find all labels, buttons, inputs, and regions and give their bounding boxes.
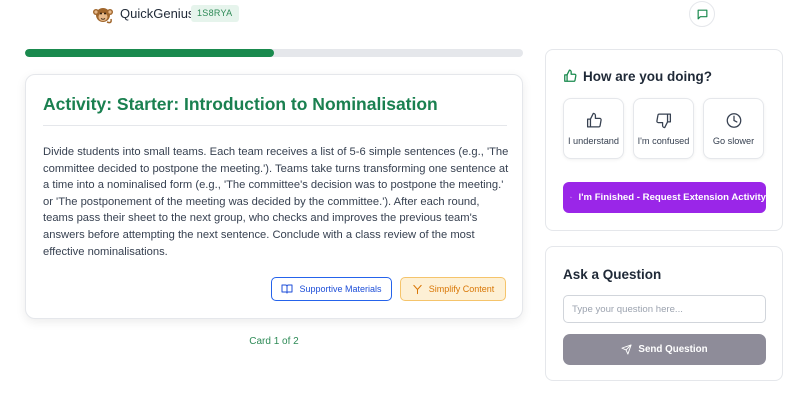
feedback-panel: How are you doing? I understand I'm conf… (545, 49, 783, 231)
chat-button[interactable] (689, 1, 715, 27)
go-slower-label: Go slower (712, 136, 755, 146)
send-question-button[interactable]: Send Question (563, 334, 766, 365)
send-icon (621, 344, 632, 355)
simplify-content-button[interactable]: Simplify Content (400, 277, 506, 301)
i-understand-button[interactable]: I understand (563, 98, 624, 159)
split-icon (413, 284, 422, 294)
request-extension-button[interactable]: I'm Finished - Request Extension Activit… (563, 182, 766, 213)
divider (43, 125, 507, 126)
session-code-badge: 1S8RYA (191, 5, 239, 22)
i-understand-label: I understand (567, 136, 620, 146)
top-header: QuickGenius 1S8RYA (0, 0, 806, 30)
activity-progress-bar (25, 49, 523, 57)
simplify-content-label: Simplify Content (428, 284, 495, 294)
sparkles-icon (570, 196, 573, 199)
im-confused-button[interactable]: I'm confused (633, 98, 694, 159)
brand-name: QuickGenius (120, 6, 195, 21)
im-confused-label: I'm confused (637, 136, 690, 146)
go-slower-button[interactable]: Go slower (703, 98, 764, 159)
activity-card: Activity: Starter: Introduction to Nomin… (25, 74, 523, 319)
thumbs-up-icon (564, 69, 577, 82)
question-input[interactable] (563, 295, 766, 323)
ask-question-title: Ask a Question (563, 267, 662, 282)
ask-question-panel: Ask a Question Send Question (545, 246, 783, 381)
clock-icon (726, 113, 741, 128)
thumbs-up-icon (586, 112, 602, 128)
send-question-label: Send Question (638, 344, 708, 355)
feedback-title: How are you doing? (583, 69, 713, 84)
message-icon (697, 9, 707, 19)
supportive-materials-label: Supportive Materials (299, 284, 382, 294)
monkey-logo-icon (93, 8, 113, 24)
activity-title: Activity: Starter: Introduction to Nomin… (43, 94, 438, 114)
supportive-materials-button[interactable]: Supportive Materials (271, 277, 392, 301)
book-open-icon (281, 284, 293, 294)
progress-fill (25, 49, 274, 57)
card-counter: Card 1 of 2 (249, 336, 299, 347)
request-extension-label: I'm Finished - Request Extension Activit… (578, 192, 766, 203)
activity-description: Divide students into small teams. Each t… (43, 146, 509, 258)
thumbs-down-icon (655, 113, 671, 129)
